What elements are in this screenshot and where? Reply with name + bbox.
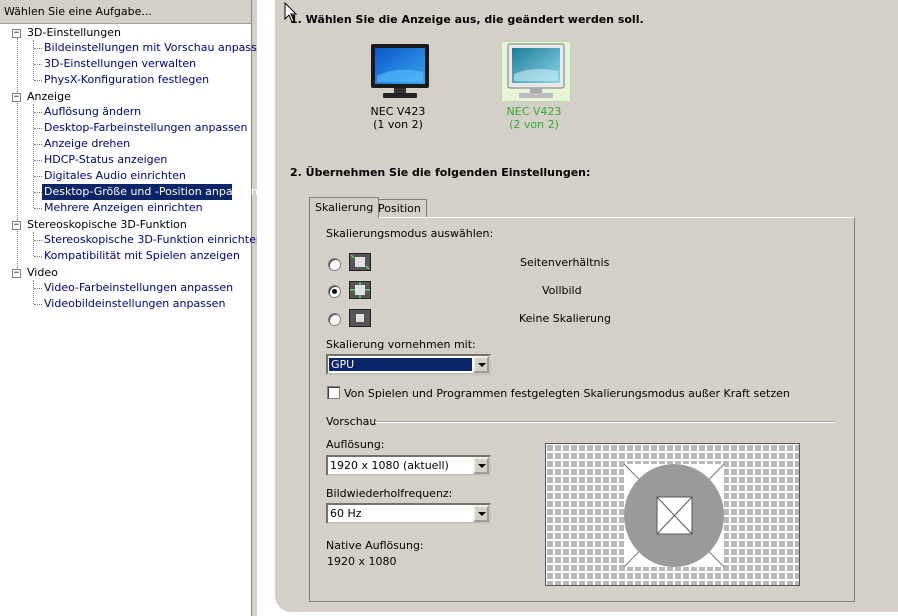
tree-item-image-settings-preview[interactable]: Bildeinstellungen mit Vorschau anpassen bbox=[44, 40, 271, 56]
tree-item-change-resolution[interactable]: Auflösung ändern bbox=[44, 104, 141, 120]
override-scaling-checkbox[interactable] bbox=[327, 386, 340, 399]
aspect-ratio-icon bbox=[349, 253, 371, 271]
radio-no-scaling[interactable] bbox=[328, 313, 341, 326]
tree-connector bbox=[33, 280, 34, 304]
monitor-1-index: (1 von 2) bbox=[373, 118, 423, 131]
collapse-icon[interactable]: − bbox=[12, 93, 21, 102]
tree-connector bbox=[34, 112, 42, 113]
tree-item-multiple-displays[interactable]: Mehrere Anzeigen einrichten bbox=[44, 200, 203, 216]
tree-connector bbox=[33, 40, 34, 80]
tree-item-video-color[interactable]: Video-Farbeinstellungen anpassen bbox=[44, 280, 233, 296]
tree-connector bbox=[34, 128, 42, 129]
tree-connector bbox=[33, 232, 34, 256]
monitor-1-name: NEC V423 bbox=[370, 105, 426, 118]
perform-scaling-label: Skalierung vornehmen mit: bbox=[326, 338, 476, 351]
tree-connector bbox=[34, 160, 42, 161]
preview-group-label: Vorschau bbox=[326, 415, 377, 428]
aspect-ratio-label: Seitenverhältnis bbox=[520, 256, 610, 269]
tree-connector bbox=[34, 176, 42, 177]
tree-category-video[interactable]: Video bbox=[27, 265, 58, 281]
task-tree-panel: Wählen Sie eine Aufgabe... − 3D-Einstell… bbox=[0, 0, 271, 616]
chevron-down-icon[interactable] bbox=[473, 505, 489, 522]
tree-item-physx-config[interactable]: PhysX-Konfiguration festlegen bbox=[44, 72, 209, 88]
tree-connector bbox=[34, 192, 42, 193]
divider bbox=[375, 421, 835, 423]
chevron-down-icon[interactable] bbox=[473, 457, 489, 474]
mouse-cursor-icon bbox=[284, 2, 298, 23]
tree-item-digital-audio[interactable]: Digitales Audio einrichten bbox=[44, 168, 186, 184]
resolution-label: Auflösung: bbox=[326, 438, 385, 451]
tree-connector bbox=[34, 240, 42, 241]
tree-item-rotate-display[interactable]: Anzeige drehen bbox=[44, 136, 130, 152]
tree-connector bbox=[34, 256, 42, 257]
tree-item-desktop-size-position[interactable]: Desktop-Größe und -Position anpassen bbox=[42, 184, 258, 200]
monitor-1-tile[interactable] bbox=[365, 42, 435, 102]
tree-item-hdcp-status[interactable]: HDCP-Status anzeigen bbox=[44, 152, 167, 168]
native-resolution-label: Native Auflösung: bbox=[326, 539, 424, 552]
tree-item-game-compatibility[interactable]: Kompatibilität mit Spielen anzeigen bbox=[44, 248, 240, 264]
tab-scaling[interactable]: Skalierung bbox=[309, 197, 380, 218]
radio-fullscreen[interactable] bbox=[328, 285, 341, 298]
monitor-icon bbox=[507, 43, 565, 98]
tree-connector bbox=[34, 304, 42, 305]
tab-position[interactable]: Position bbox=[372, 199, 427, 218]
tree-connector bbox=[34, 288, 42, 289]
tree-connector bbox=[34, 144, 42, 145]
override-scaling-label: Von Spielen und Programmen festgelegten … bbox=[344, 387, 790, 400]
tree-item-desktop-color[interactable]: Desktop-Farbeinstellungen anpassen bbox=[44, 120, 247, 136]
tree-category-3d[interactable]: 3D-Einstellungen bbox=[27, 25, 121, 41]
fullscreen-label: Vollbild bbox=[542, 284, 582, 297]
perform-scaling-select[interactable]: GPU bbox=[326, 354, 491, 375]
resolution-value: 1920 x 1080 (aktuell) bbox=[330, 459, 449, 472]
collapse-icon[interactable]: − bbox=[12, 221, 21, 230]
tree-connector bbox=[17, 38, 18, 276]
scaling-mode-label: Skalierungsmodus auswählen: bbox=[326, 227, 494, 240]
refresh-rate-select[interactable]: 60 Hz bbox=[326, 503, 491, 524]
perform-scaling-value: GPU bbox=[329, 358, 472, 371]
step1-heading: 1. Wählen Sie die Anzeige aus, die geänd… bbox=[290, 13, 644, 26]
no-scaling-icon bbox=[349, 309, 371, 327]
collapse-icon[interactable]: − bbox=[12, 269, 21, 278]
tree-item-setup-stereo-3d[interactable]: Stereoskopische 3D-Funktion einrichten bbox=[44, 232, 263, 248]
tree-category-display[interactable]: Anzeige bbox=[27, 89, 71, 105]
monitor-2-tile[interactable] bbox=[501, 41, 571, 102]
native-resolution-value: 1920 x 1080 bbox=[327, 555, 397, 568]
tree-connector bbox=[34, 208, 42, 209]
monitor-icon bbox=[371, 44, 429, 98]
task-tree-header: Wählen Sie eine Aufgabe... bbox=[0, 0, 251, 24]
refresh-rate-label: Bildwiederholfrequenz: bbox=[326, 487, 453, 500]
radio-aspect-ratio[interactable] bbox=[328, 258, 341, 271]
tree-item-manage-3d-settings[interactable]: 3D-Einstellungen verwalten bbox=[44, 56, 196, 72]
chevron-down-icon[interactable] bbox=[473, 356, 489, 373]
tree-connector bbox=[34, 64, 42, 65]
tree-category-stereo-3d[interactable]: Stereoskopische 3D-Funktion bbox=[27, 217, 187, 233]
monitor-2-index: (2 von 2) bbox=[509, 118, 559, 131]
collapse-icon[interactable]: − bbox=[12, 29, 21, 38]
tree-connector bbox=[34, 80, 42, 81]
step2-heading: 2. Übernehmen Sie die folgenden Einstell… bbox=[290, 166, 591, 179]
fullscreen-icon bbox=[349, 281, 371, 299]
tree-connector bbox=[34, 48, 42, 49]
monitor-2-name: NEC V423 bbox=[506, 105, 562, 118]
tree-item-video-image[interactable]: Videobildeinstellungen anpassen bbox=[44, 296, 225, 312]
scaling-preview-image bbox=[545, 443, 800, 586]
no-scaling-label: Keine Skalierung bbox=[519, 312, 611, 325]
resolution-select[interactable]: 1920 x 1080 (aktuell) bbox=[326, 455, 491, 476]
refresh-rate-value: 60 Hz bbox=[330, 507, 362, 520]
